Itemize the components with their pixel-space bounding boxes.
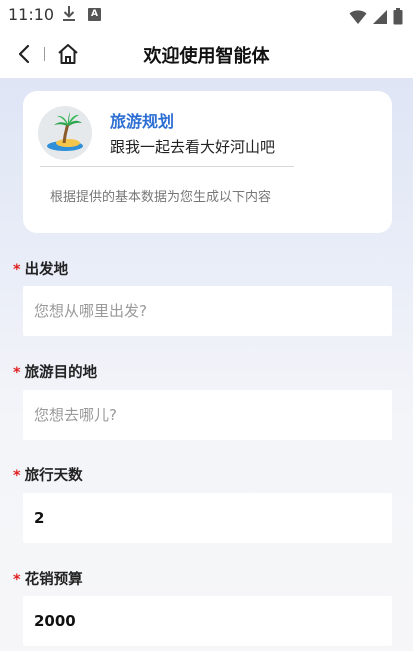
back-arrow-icon[interactable] (14, 43, 36, 65)
palm-island-icon (38, 106, 92, 160)
intro-card: 旅游规划 跟我一起去看大好河山吧 根据提供的基本数据为您生成以下内容 (23, 91, 392, 233)
home-icon[interactable] (56, 42, 80, 66)
wifi-icon (349, 9, 367, 24)
destination-input[interactable] (23, 390, 392, 440)
required-mark: * (13, 262, 21, 278)
signal-icon (372, 9, 387, 24)
trip-days-label: * 旅行天数 (13, 468, 83, 484)
budget-input[interactable] (23, 596, 392, 646)
departure-input[interactable] (23, 286, 392, 336)
intro-subtitle: 跟我一起去看大好河山吧 (110, 138, 276, 156)
battery-icon (393, 8, 403, 25)
intro-note: 根据提供的基本数据为您生成以下内容 (50, 190, 272, 205)
download-icon (63, 6, 75, 21)
status-time: 11:10 (8, 5, 55, 24)
status-right-icons (349, 6, 403, 25)
required-mark: * (13, 365, 21, 381)
required-mark: * (13, 468, 21, 484)
a-badge-icon: A (88, 8, 101, 21)
budget-label: * 花销预算 (13, 572, 83, 588)
divider (40, 166, 294, 167)
status-bar: 11:10 A (0, 0, 413, 30)
content-area: 旅游规划 跟我一起去看大好河山吧 根据提供的基本数据为您生成以下内容 * 出发地 … (0, 78, 413, 651)
nav-bar: 欢迎使用智能体 (0, 30, 413, 78)
required-mark: * (13, 572, 21, 588)
nav-separator (44, 47, 45, 61)
destination-label: * 旅游目的地 (13, 365, 98, 381)
departure-label: * 出发地 (13, 262, 69, 278)
intro-title: 旅游规划 (110, 112, 175, 131)
trip-days-input[interactable] (23, 493, 392, 543)
